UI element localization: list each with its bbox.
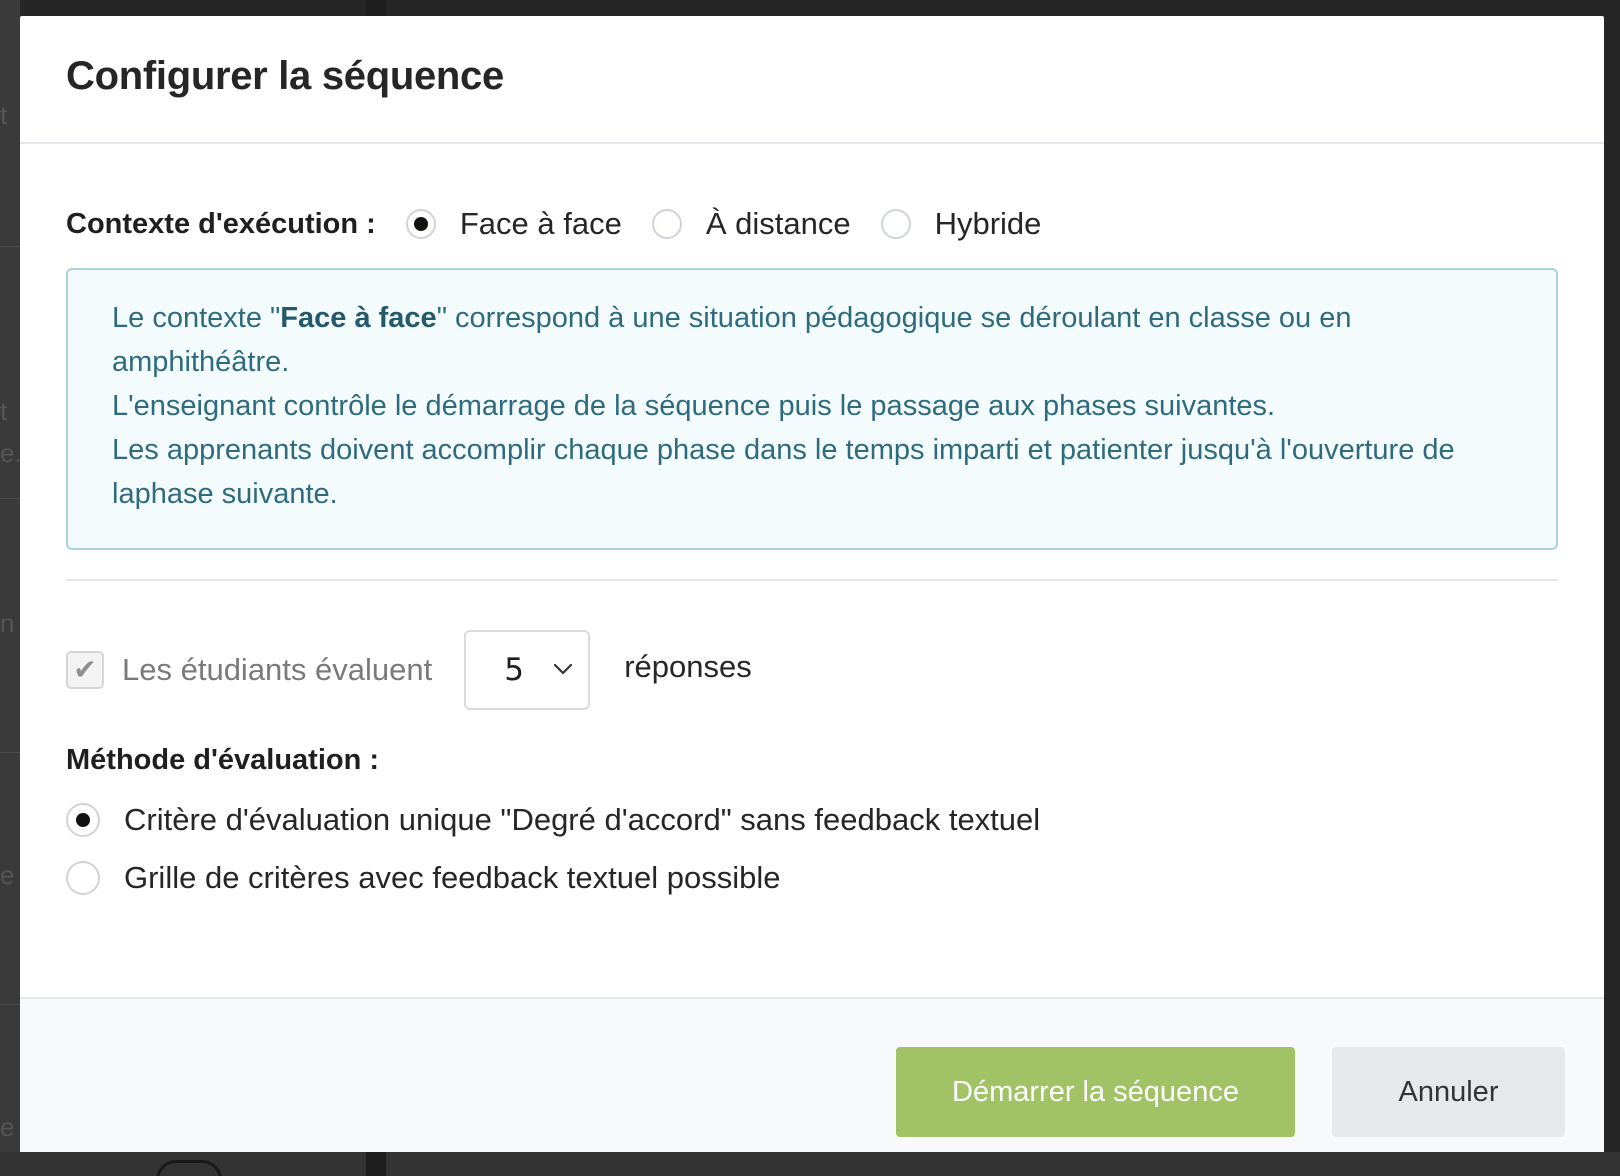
info-line-3: Les apprenants doivent accomplir chaque … <box>112 434 1455 510</box>
responses-count-select[interactable]: 5 <box>464 630 591 710</box>
background-toggle <box>156 1160 222 1176</box>
responses-count-value: 5 <box>504 652 524 688</box>
method-option-criteria-grid[interactable]: Grille de critères avec feedback textuel… <box>66 858 781 898</box>
radio-a-distance[interactable] <box>651 209 682 239</box>
method-option-label: Grille de critères avec feedback textuel… <box>124 860 781 895</box>
info-highlight: Face à face <box>280 302 437 334</box>
context-info-box: Le contexte "Face à face" correspond à u… <box>66 268 1558 550</box>
context-option-hybride[interactable]: Hybride <box>880 206 1042 242</box>
section-divider <box>66 579 1558 581</box>
radio-criteria-grid[interactable] <box>66 861 100 895</box>
responses-suffix-label: réponses <box>624 649 752 684</box>
radio-hybride[interactable] <box>880 209 911 239</box>
configure-sequence-dialog: Configurer la séquence Contexte d'exécut… <box>20 16 1604 1152</box>
dialog-footer: Démarrer la séquence Annuler <box>20 997 1604 1152</box>
info-line-1: Le contexte "Face à face" correspond à u… <box>112 296 1512 384</box>
students-evaluate-label: Les étudiants évaluent <box>122 652 433 687</box>
context-option-label: Face à face <box>459 206 622 241</box>
context-option-a-distance[interactable]: À distance <box>651 206 851 242</box>
cancel-button[interactable]: Annuler <box>1332 1047 1565 1137</box>
info-text: Le contexte " <box>112 302 281 334</box>
students-evaluate-checkbox[interactable]: ✔ <box>66 651 104 689</box>
background-page-edge: t t e. n e e <box>0 0 22 1176</box>
background-page-bottom <box>0 1152 1620 1176</box>
execution-context-label: Contexte d'exécution : <box>66 207 376 240</box>
execution-context-group: Contexte d'exécution : Face à face À dis… <box>66 196 1071 252</box>
chevron-down-icon <box>554 663 573 675</box>
method-option-label: Critère d'évaluation unique "Degré d'acc… <box>124 802 1041 837</box>
start-sequence-button[interactable]: Démarrer la séquence <box>896 1047 1295 1137</box>
context-option-label: À distance <box>705 206 851 241</box>
checkmark-icon: ✔ <box>73 653 97 686</box>
dialog-header: Configurer la séquence <box>20 16 1604 144</box>
evaluation-method-label: Méthode d'évaluation : <box>66 744 380 776</box>
radio-single-criterion[interactable] <box>66 803 100 837</box>
context-option-label: Hybride <box>934 206 1042 241</box>
radio-face-a-face[interactable] <box>405 209 436 239</box>
info-line-2: L'enseignant contrôle le démarrage de la… <box>112 390 1276 422</box>
peer-evaluation-row: ✔ Les étudiants évaluent 5 réponses <box>66 630 752 710</box>
method-option-single-criterion[interactable]: Critère d'évaluation unique "Degré d'acc… <box>66 800 1040 840</box>
context-option-face-a-face[interactable]: Face à face <box>405 206 622 242</box>
dialog-title: Configurer la séquence <box>66 54 504 98</box>
